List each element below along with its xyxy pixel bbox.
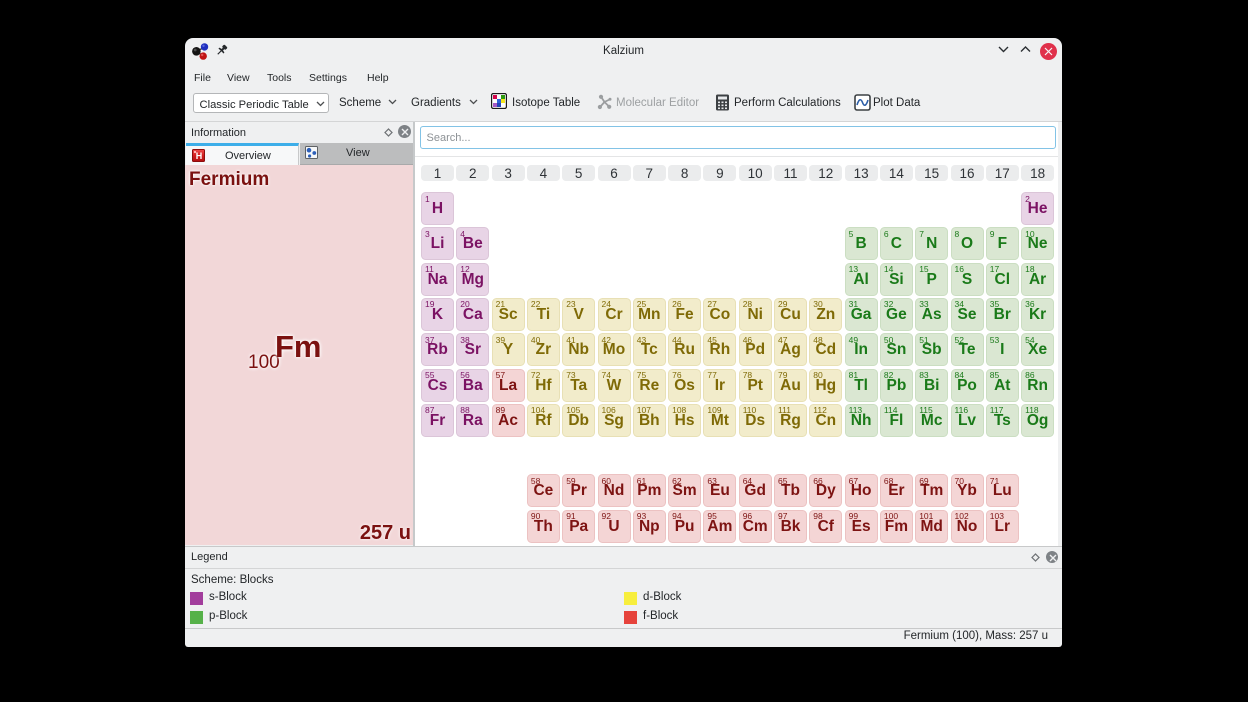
svg-text:H: H — [196, 151, 203, 161]
